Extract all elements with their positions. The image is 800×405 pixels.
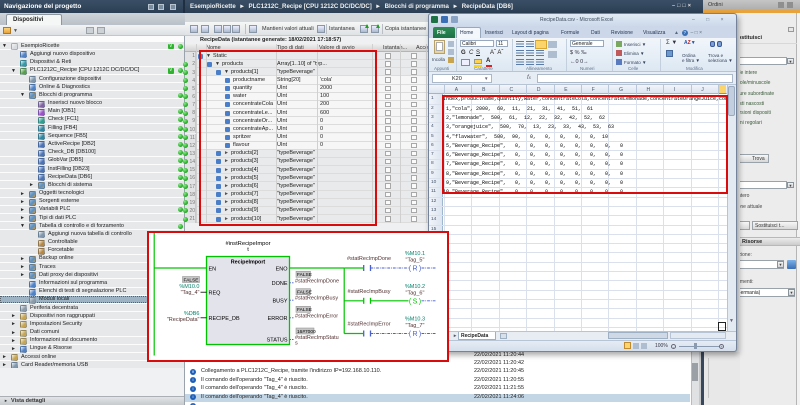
svg-text:#statRecImpStatu: #statRecImpStatu [295, 335, 339, 341]
svg-text:%M10.1: %M10.1 [405, 251, 425, 257]
svg-text:DONE: DONE [272, 281, 288, 287]
svg-text:RECIPE_DB: RECIPE_DB [209, 316, 241, 322]
svg-text:BUSY: BUSY [273, 299, 288, 305]
svg-text:EN: EN [209, 267, 217, 273]
svg-text:( R ): ( R ) [409, 331, 422, 338]
svg-text:REQ: REQ [209, 291, 222, 297]
svg-text:#statRecImpError: #statRecImpError [347, 322, 390, 328]
svg-text:ENO: ENO [276, 267, 289, 273]
svg-text:#statRecImpBusy: #statRecImpBusy [347, 289, 390, 295]
svg-text:FALSE: FALSE [184, 278, 199, 284]
svg-text:RecipeImport: RecipeImport [231, 260, 266, 266]
svg-text:%M10.3: %M10.3 [405, 317, 425, 323]
svg-text:FALSE: FALSE [297, 272, 312, 278]
svg-text:STATUS: STATUS [267, 338, 288, 344]
svg-text:t: t [247, 247, 249, 253]
svg-text:"Tag_7": "Tag_7" [406, 323, 425, 329]
svg-text:16#7000: 16#7000 [297, 329, 316, 335]
svg-text:#statRecImpDone: #statRecImpDone [347, 256, 391, 262]
svg-text:#statRecImpError: #statRecImpError [295, 313, 338, 319]
svg-text:#statRecImpDone: #statRecImpDone [295, 278, 339, 284]
svg-text:s: s [295, 341, 298, 347]
svg-text:( R ): ( R ) [409, 266, 422, 273]
svg-text:( S ): ( S ) [409, 298, 421, 305]
svg-text:FALSE: FALSE [297, 307, 312, 313]
svg-text:ERROR: ERROR [268, 316, 288, 322]
svg-text:%M10.2: %M10.2 [405, 284, 425, 290]
svg-text:"Tag_6": "Tag_6" [406, 290, 425, 296]
svg-text:FALSE: FALSE [297, 290, 312, 296]
svg-text:"Tag_5": "Tag_5" [406, 258, 425, 264]
svg-text:"RecipeData": "RecipeData" [167, 317, 200, 323]
svg-text:#statRecImpBusy: #statRecImpBusy [295, 296, 338, 302]
svg-text:"Tag_4": "Tag_4" [181, 290, 200, 296]
